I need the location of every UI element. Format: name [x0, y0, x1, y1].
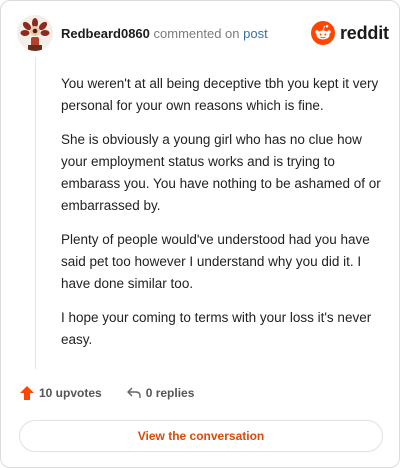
- comment-paragraph: I hope your coming to terms with your lo…: [61, 310, 372, 347]
- thread-line: [35, 57, 36, 369]
- reddit-logo-icon: [311, 21, 335, 45]
- username[interactable]: Redbeard0860: [61, 26, 150, 41]
- upvote-arrow-icon: [20, 386, 34, 400]
- post-link[interactable]: post: [243, 26, 268, 41]
- replies-button[interactable]: 0 replies: [126, 385, 195, 401]
- reddit-logo[interactable]: reddit: [311, 21, 389, 45]
- upvote-count: 10 upvotes: [39, 386, 102, 400]
- upvote-button[interactable]: 10 upvotes: [19, 385, 102, 401]
- commented-label: commented on: [153, 26, 240, 41]
- comment-card: Redbeard0860 commented on post reddit Yo…: [0, 0, 400, 468]
- comment-paragraph: You weren't at all being deceptive tbh y…: [61, 76, 379, 113]
- avatar[interactable]: [17, 15, 53, 51]
- comment-paragraph: Plenty of people would've understood had…: [61, 232, 370, 291]
- comment-header: Redbeard0860 commented on post: [61, 26, 268, 41]
- comment-body: You weren't at all being deceptive tbh y…: [61, 73, 381, 363]
- reply-arrow-icon: [127, 387, 141, 398]
- replies-count: 0 replies: [145, 386, 195, 400]
- avatar-icon: [17, 15, 53, 51]
- comment-paragraph: She is obviously a young girl who has no…: [61, 132, 381, 213]
- view-conversation-button[interactable]: View the conversation: [19, 420, 383, 452]
- reddit-wordmark: reddit: [340, 22, 389, 43]
- comment-actions: 10 upvotes 0 replies: [19, 385, 218, 401]
